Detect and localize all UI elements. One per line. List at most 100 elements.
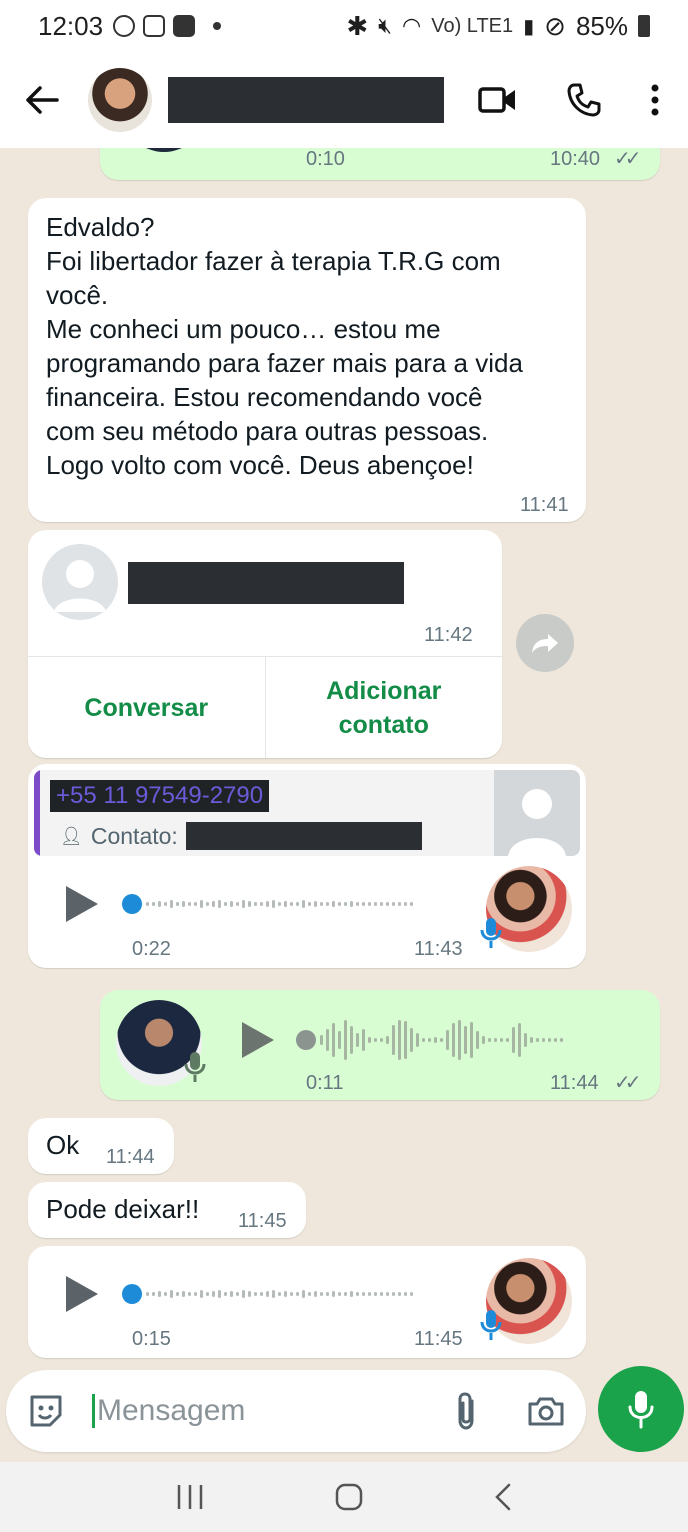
battery-icon	[638, 15, 650, 37]
add-contact-label-line1: Adicionar	[326, 676, 442, 705]
playback-scrubber[interactable]	[296, 1030, 316, 1050]
playback-scrubber[interactable]	[122, 894, 142, 914]
mic-icon	[480, 918, 502, 948]
quoted-contact-name-redacted	[185, 822, 422, 850]
add-contact-button[interactable]: Adicionar contato	[264, 657, 503, 758]
sticker-icon[interactable]	[26, 1391, 66, 1431]
quoted-contact[interactable]: +55 11 97549-2790 👤︎ Contato:	[34, 770, 580, 856]
sender-avatar	[122, 148, 206, 152]
play-button[interactable]	[242, 1022, 274, 1058]
signal-icon: ▮	[523, 15, 535, 38]
message-body: Pode deixar!!	[46, 1194, 200, 1224]
chat-header	[0, 52, 688, 148]
play-button[interactable]	[66, 886, 98, 922]
voice-waveform[interactable]	[146, 1272, 464, 1316]
quote-accent-bar	[34, 770, 40, 856]
voice-waveform[interactable]	[320, 1018, 636, 1062]
message-time: 11:44	[550, 1072, 599, 1094]
do-not-disturb-icon: ⊘	[544, 10, 566, 41]
message-time: 11:44	[106, 1146, 155, 1168]
forward-icon	[532, 634, 558, 653]
status-notification-icons	[113, 15, 222, 37]
mute-icon: 🔇︎	[378, 13, 393, 38]
nav-back-icon[interactable]	[493, 1482, 513, 1512]
video-call-icon[interactable]	[478, 85, 518, 115]
read-receipt-icon: ✓✓	[614, 148, 641, 170]
phone-icon[interactable]	[566, 82, 602, 118]
message-time: 11:42	[424, 624, 473, 646]
voice-message-reply[interactable]: +55 11 97549-2790 👤︎ Contato: 0:22 11:43	[28, 764, 586, 968]
person-placeholder-icon	[54, 560, 106, 612]
quoted-contact-line: 👤︎ Contato:	[60, 822, 422, 850]
contact-card-actions: Conversar Adicionar contato	[28, 656, 502, 758]
message-line: Me conheci um pouco… estou me	[46, 314, 441, 344]
system-nav-bar	[0, 1462, 688, 1532]
recent-apps-icon[interactable]	[175, 1483, 205, 1511]
message-line: Edvaldo?	[46, 212, 155, 242]
chat-area[interactable]: 0:10 10:40 ✓✓ Edvaldo? Foi libertador fa…	[0, 148, 688, 1364]
camera-icon[interactable]	[526, 1394, 566, 1428]
message-time: 11:43	[414, 938, 463, 960]
person-placeholder-icon	[508, 789, 566, 856]
person-small-icon: 👤︎	[60, 825, 83, 846]
mic-icon	[480, 1310, 502, 1340]
text-message-incoming[interactable]: Pode deixar!! 11:45	[28, 1182, 306, 1238]
message-time: 11:41	[520, 494, 569, 516]
wifi-icon: ◠	[402, 13, 422, 38]
more-vert-icon[interactable]	[650, 84, 660, 116]
message-time: 10:40	[550, 148, 601, 170]
voice-duration: 0:15	[132, 1328, 171, 1350]
text-message-incoming[interactable]: Edvaldo? Foi libertador fazer à terapia …	[28, 198, 586, 522]
message-input-bar: Mensagem	[6, 1370, 586, 1452]
voice-waveform[interactable]	[146, 882, 464, 926]
arrow-left-icon	[26, 86, 59, 114]
quoted-contact-label: Contato:	[90, 822, 178, 849]
voice-record-button[interactable]	[598, 1366, 684, 1452]
quoted-contact-thumbnail	[494, 770, 580, 856]
read-receipt-icon: ✓✓	[614, 1072, 641, 1094]
quoted-phone: +55 11 97549-2790	[50, 780, 270, 812]
play-button[interactable]	[66, 1276, 98, 1312]
voice-duration: 0:11	[306, 1072, 344, 1094]
forward-button[interactable]	[516, 614, 574, 672]
message-time: 11:45	[238, 1210, 287, 1232]
whatsapp-notification-icon	[113, 15, 136, 37]
voice-duration: 0:22	[132, 938, 171, 960]
gallery-notification-icon	[143, 15, 166, 37]
voice-message-outgoing[interactable]: 0:11 11:44 ✓✓	[100, 990, 660, 1100]
message-contact-label: Conversar	[84, 693, 209, 722]
message-body: Edvaldo? Foi libertador fazer à terapia …	[46, 210, 586, 482]
message-line: programando para fazer mais para a vida	[46, 348, 523, 378]
status-time: 12:03	[38, 10, 104, 41]
playback-scrubber[interactable]	[122, 1284, 142, 1304]
paperclip-icon[interactable]	[454, 1391, 478, 1431]
message-input[interactable]: Mensagem	[92, 1394, 245, 1428]
status-right: ✱ 🔇︎ ◠ Vo) LTE1 ▮ ⊘ 85%	[346, 11, 650, 42]
contact-name-redacted[interactable]	[168, 77, 444, 123]
voice-message-outgoing-top[interactable]: 0:10 10:40 ✓✓	[100, 148, 660, 180]
message-line: financeira. Estou recomendando você	[46, 382, 483, 412]
contact-card-avatar	[42, 544, 118, 620]
battery-level: 85%	[575, 10, 628, 41]
add-contact-label-line2: contato	[338, 710, 429, 739]
contact-card-message[interactable]: 11:42 Conversar Adicionar contato	[28, 530, 502, 758]
quoted-phone-text: +55 11 97549-2790	[56, 782, 264, 809]
home-icon[interactable]	[334, 1482, 364, 1512]
text-message-incoming[interactable]: Ok 11:44	[28, 1118, 174, 1174]
mic-icon	[628, 1391, 654, 1429]
message-body: Ok	[46, 1130, 80, 1160]
message-line: Foi libertador fazer à terapia T.R.G com	[46, 246, 501, 276]
contact-avatar[interactable]	[88, 68, 152, 132]
network-label: Vo) LTE1	[431, 14, 514, 37]
voice-message-incoming[interactable]: 0:15 11:45	[28, 1246, 586, 1358]
message-line: Logo volto com você. Deus abençoe!	[46, 450, 474, 480]
contact-card-name-redacted	[128, 562, 404, 604]
message-line: com seu método para outras pessoas.	[46, 416, 489, 446]
more-notifications-dot-icon	[213, 22, 222, 30]
message-notification-icon	[173, 15, 196, 37]
message-contact-button[interactable]: Conversar	[28, 657, 265, 758]
status-bar: 12:03 ✱ 🔇︎ ◠ Vo) LTE1 ▮ ⊘ 85%	[0, 0, 688, 52]
voice-duration: 0:10	[306, 148, 345, 170]
message-time: 11:45	[414, 1328, 463, 1350]
back-button[interactable]	[20, 78, 64, 122]
